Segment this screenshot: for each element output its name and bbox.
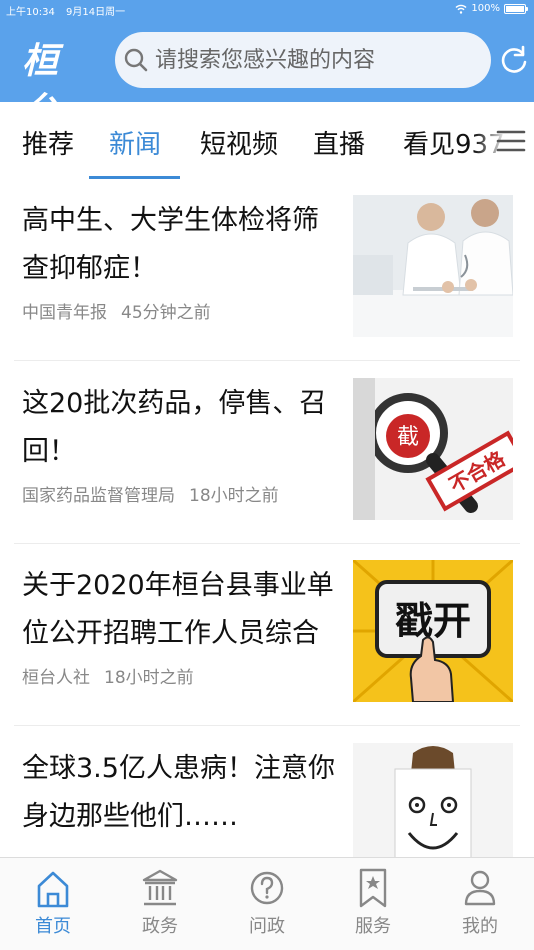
- status-bar: 上午10:34 9月14日周一 100%: [0, 0, 534, 20]
- news-title[interactable]: 高中生、大学生体检将筛查抑郁症！: [22, 197, 344, 293]
- bookmark-star-icon: [359, 868, 387, 908]
- button-text: 戳开: [395, 599, 471, 643]
- battery-percent: 100%: [471, 3, 500, 14]
- news-title[interactable]: 全球3.5亿人患病！注意你身边那些他们……: [22, 745, 344, 841]
- wifi-icon: [455, 4, 467, 14]
- news-source: 中国青年报: [22, 303, 107, 323]
- home-icon: [37, 871, 69, 908]
- news-item[interactable]: 全球3.5亿人患病！注意你身边那些他们……: [0, 728, 534, 857]
- nav-label: 服务: [355, 916, 391, 937]
- government-building-icon: [142, 869, 178, 906]
- active-tab-indicator: [89, 176, 180, 179]
- news-time: 18小时之前: [189, 486, 279, 506]
- menu-icon[interactable]: [496, 126, 526, 156]
- news-meta: 中国青年报 45分钟之前: [22, 298, 211, 323]
- tab-live[interactable]: 直播: [313, 124, 365, 161]
- status-time-date: 上午10:34 9月14日周一: [6, 3, 125, 18]
- divider: [14, 360, 520, 361]
- news-thumbnail[interactable]: [353, 195, 513, 337]
- user-icon: [464, 870, 496, 906]
- refresh-icon[interactable]: [498, 44, 530, 76]
- nav-inquiry[interactable]: 问政: [227, 866, 307, 946]
- category-tabs: 推荐 新闻 短视频 直播 看见937: [0, 102, 534, 180]
- news-title[interactable]: 关于2020年桓台县事业单位公开招聘工作人员综合类…: [22, 562, 344, 658]
- nav-mine[interactable]: 我的: [440, 866, 520, 946]
- news-source: 桓台人社: [22, 668, 90, 688]
- bottom-nav: 首页 政务 问政 服务 我的: [0, 857, 534, 950]
- news-item[interactable]: 高中生、大学生体检将筛查抑郁症！ 中国青年报 45分钟之前: [0, 180, 534, 362]
- news-time: 45分钟之前: [121, 303, 211, 323]
- status-date: 9月14日周一: [66, 7, 126, 18]
- search-icon: [123, 47, 149, 73]
- seal-text: 截: [397, 425, 419, 450]
- battery-icon: [504, 3, 528, 14]
- news-title[interactable]: 这20批次药品，停售、召回！: [22, 380, 344, 476]
- news-thumbnail[interactable]: [353, 743, 513, 857]
- news-thumbnail[interactable]: 截 不合格: [353, 378, 513, 520]
- news-item[interactable]: 这20批次药品，停售、召回！ 国家药品监督管理局 18小时之前 截 不合格: [0, 363, 534, 545]
- header: 桓台: [0, 20, 534, 132]
- divider: [14, 543, 520, 544]
- nav-label: 首页: [35, 916, 71, 937]
- news-thumbnail[interactable]: 戳开: [353, 560, 513, 702]
- nav-service[interactable]: 服务: [333, 866, 413, 946]
- nav-label: 政务: [142, 916, 178, 937]
- status-right: 100%: [455, 3, 528, 14]
- news-item[interactable]: 关于2020年桓台县事业单位公开招聘工作人员综合类… 桓台人社 18小时之前 戳开: [0, 545, 534, 727]
- nav-government[interactable]: 政务: [120, 866, 200, 946]
- news-meta: 桓台人社 18小时之前: [22, 663, 194, 688]
- tab-news[interactable]: 新闻: [109, 124, 161, 161]
- nav-label: 问政: [249, 916, 285, 937]
- news-source: 国家药品监督管理局: [22, 486, 175, 506]
- divider: [14, 725, 520, 726]
- question-icon: [250, 871, 284, 905]
- nav-home[interactable]: 首页: [13, 866, 93, 946]
- tab-short-video[interactable]: 短视频: [200, 124, 278, 161]
- search-input[interactable]: [155, 47, 475, 73]
- nav-label: 我的: [462, 916, 498, 937]
- app-logo: 桓台: [22, 36, 92, 132]
- news-meta: 国家药品监督管理局 18小时之前: [22, 481, 279, 506]
- search-bar[interactable]: [115, 32, 491, 88]
- news-time: 18小时之前: [104, 668, 194, 688]
- status-time: 上午10:34: [6, 7, 55, 18]
- tab-recommend[interactable]: 推荐: [22, 124, 74, 161]
